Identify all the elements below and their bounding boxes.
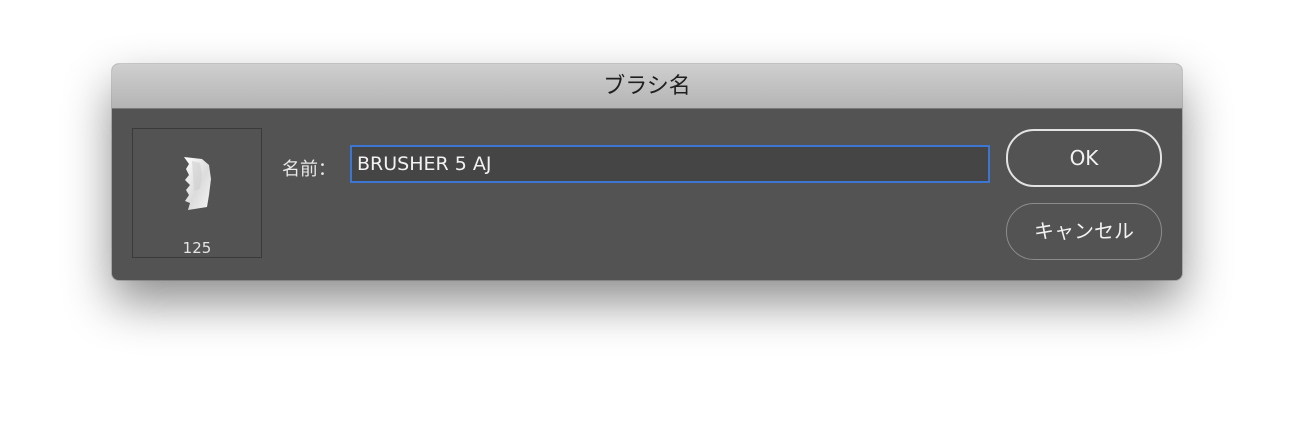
ok-button[interactable]: OK — [1006, 129, 1162, 187]
brush-name-dialog: ブラシ名 125 名前： OK キャンセル — [112, 64, 1182, 280]
brush-tip-icon — [184, 157, 211, 210]
brush-size-label: 125 — [182, 239, 212, 257]
dialog-title: ブラシ名 — [603, 74, 691, 99]
cancel-button[interactable]: キャンセル — [1006, 203, 1162, 260]
name-input[interactable] — [352, 147, 988, 181]
name-label: 名前： — [282, 159, 336, 180]
dialog-body: 125 名前： OK キャンセル — [112, 109, 1182, 280]
brush-preview: 125 — [132, 128, 262, 258]
name-field-frame — [350, 145, 990, 183]
title-bar[interactable]: ブラシ名 — [112, 64, 1182, 109]
